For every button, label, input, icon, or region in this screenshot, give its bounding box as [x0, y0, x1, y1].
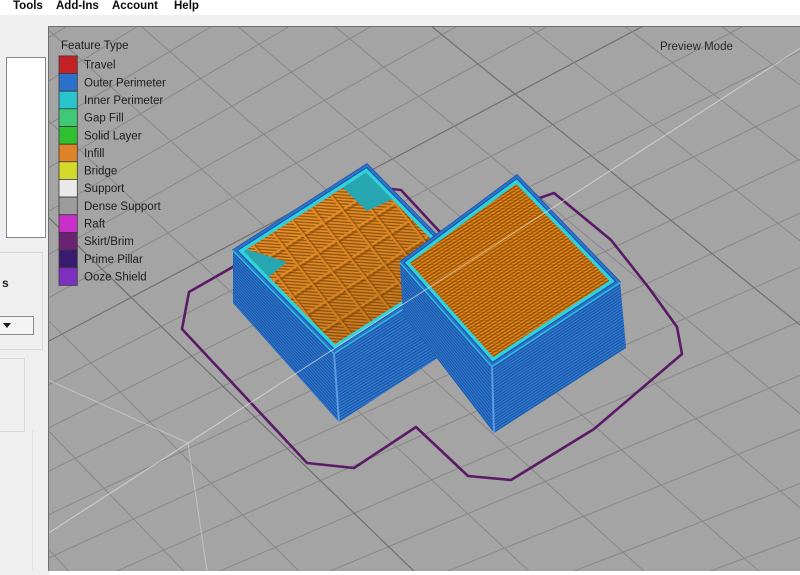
svg-text:Feature Type: Feature Type: [61, 40, 129, 52]
svg-text:Skirt/Brim: Skirt/Brim: [84, 236, 134, 248]
svg-text:Infill: Infill: [84, 148, 104, 160]
svg-text:Dense Support: Dense Support: [84, 201, 162, 213]
svg-text:Gap Fill: Gap Fill: [84, 113, 124, 125]
svg-text:Travel: Travel: [84, 60, 116, 72]
svg-text:Solid Layer: Solid Layer: [84, 130, 142, 142]
svg-text:Prime Pillar: Prime Pillar: [84, 254, 143, 266]
svg-text:Preview Mode: Preview Mode: [660, 41, 733, 53]
svg-text:Raft: Raft: [84, 219, 106, 231]
svg-text:Ooze Shield: Ooze Shield: [84, 272, 147, 284]
svg-text:Bridge: Bridge: [84, 166, 117, 178]
svg-text:Outer Perimeter: Outer Perimeter: [84, 77, 166, 89]
svg-text:Support: Support: [84, 183, 125, 195]
svg-text:Inner Perimeter: Inner Perimeter: [84, 95, 163, 107]
